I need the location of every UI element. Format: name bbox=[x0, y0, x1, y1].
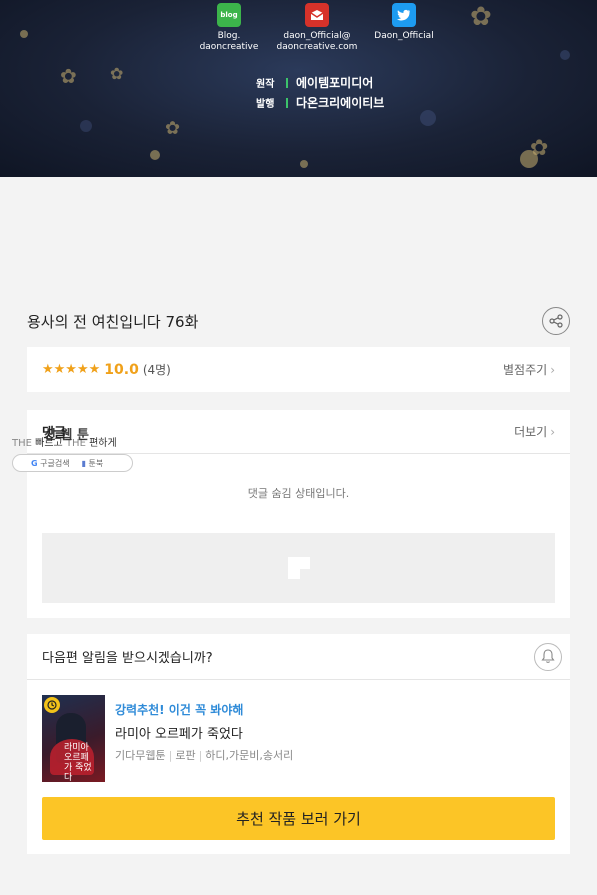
blog-icon: blog bbox=[217, 3, 241, 27]
page-title: 용사의 전 여친입니다 76화 bbox=[27, 312, 199, 331]
rate-button[interactable]: 별점주기 › bbox=[503, 361, 555, 378]
chevron-right-icon: › bbox=[550, 424, 555, 439]
share-button[interactable] bbox=[542, 307, 570, 335]
google-icon: G bbox=[31, 458, 38, 468]
view-recommendations-button[interactable]: 추천 작품 보러 가기 bbox=[42, 797, 555, 840]
episode-banner: ✿ ✿ ✿ ✿ ✿ blog Blog. daoncreative daon_O… bbox=[0, 0, 597, 177]
rating-card: ★★★★★ 10.0 (4명) 별점주기 › bbox=[27, 347, 570, 392]
rating-score: 10.0 bbox=[104, 361, 139, 378]
recommended-meta: 기다무웹툰 | 로판 | 하디,가문비,송서리 bbox=[115, 749, 294, 762]
toonbook-link[interactable]: ▮ 툰북 bbox=[82, 458, 104, 469]
notify-header: 다음편 알림을 받으시겠습니까? bbox=[27, 634, 570, 680]
social-twitter[interactable]: Daon_Official bbox=[349, 3, 459, 42]
chevron-right-icon: › bbox=[550, 362, 555, 377]
thumbnail-title: 라미아 오르페가 죽었다 bbox=[64, 743, 92, 782]
episode-title-row: 용사의 전 여친입니다 76화 bbox=[27, 306, 570, 336]
flower-icon: ✿ bbox=[60, 64, 77, 88]
image-placeholder-icon bbox=[287, 557, 310, 579]
credit-original: 원작 에이템포미디어 bbox=[256, 76, 374, 90]
rating-summary: ★★★★★ 10.0 (4명) bbox=[42, 361, 171, 378]
google-search-link[interactable]: G 구글검색 bbox=[31, 458, 70, 469]
comments-hidden-message: 댓글 숨김 상태입니다. bbox=[247, 487, 350, 500]
share-icon bbox=[549, 314, 563, 328]
bell-icon bbox=[541, 649, 555, 663]
social-line-1: Daon_Official bbox=[374, 31, 434, 41]
overlay-title: 신 웹 툰 bbox=[44, 428, 89, 443]
flower-icon: ✿ bbox=[530, 136, 549, 161]
social-line-2: daoncreative.com bbox=[276, 42, 358, 52]
credit-publisher: 발행 다온크리에이티브 bbox=[256, 96, 385, 110]
rating-count: (4명) bbox=[142, 363, 171, 377]
book-icon: ▮ bbox=[81, 458, 86, 468]
mail-icon bbox=[305, 3, 329, 27]
twitter-icon bbox=[392, 3, 416, 27]
comments-more-button[interactable]: 더보기 › bbox=[514, 423, 555, 440]
overlay-search-pill: G 구글검색 ▮ 툰북 bbox=[12, 454, 133, 472]
flower-icon: ✿ bbox=[110, 64, 124, 83]
notify-card: 다음편 알림을 받으시겠습니까? 라미아 오르페가 죽었다 강력추천! 이건 꼭… bbox=[27, 634, 570, 854]
clock-icon bbox=[44, 697, 60, 713]
recommended-thumbnail[interactable]: 라미아 오르페가 죽었다 bbox=[42, 695, 105, 782]
recommended-item[interactable]: 라미아 오르페가 죽었다 강력추천! 이건 꼭 봐야해 라미아 오르페가 죽었다… bbox=[42, 695, 293, 782]
notify-question: 다음편 알림을 받으시겠습니까? bbox=[42, 651, 213, 666]
notify-bell-button[interactable] bbox=[534, 642, 562, 671]
ad-placeholder bbox=[42, 533, 555, 603]
star-rating-icon: ★★★★★ bbox=[42, 362, 101, 377]
search-overlay-widget: 신 웹 툰 THE 빠르고 THE 편하게 G 구글검색 ▮ 툰북 bbox=[12, 422, 133, 472]
recommend-badge: 강력추천! 이건 꼭 봐야해 bbox=[115, 703, 244, 717]
flower-icon: ✿ bbox=[165, 118, 181, 139]
recommended-info: 강력추천! 이건 꼭 봐야해 라미아 오르페가 죽었다 기다무웹툰 | 로판 | 하디,… bbox=[115, 695, 293, 782]
recommended-title[interactable]: 라미아 오르페가 죽었다 bbox=[115, 723, 293, 742]
flower-icon: ✿ bbox=[470, 2, 492, 32]
